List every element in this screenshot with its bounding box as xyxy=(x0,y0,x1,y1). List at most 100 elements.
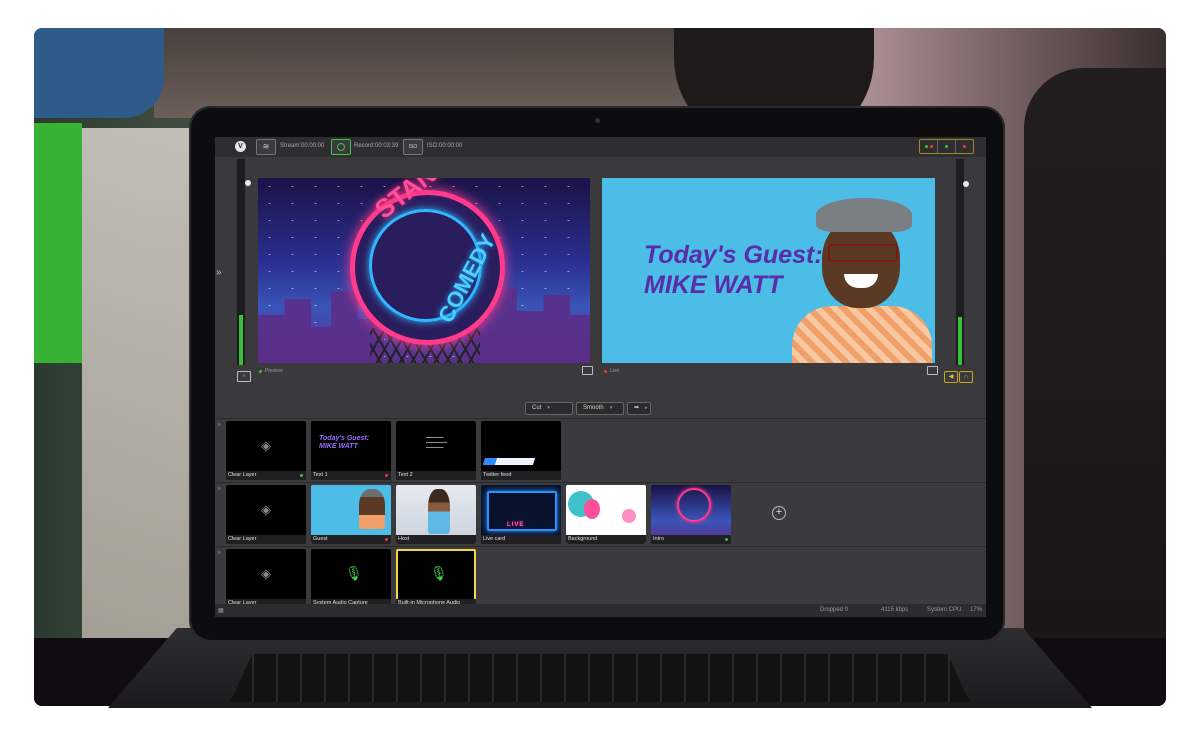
row-drag-handle-icon[interactable]: ≡ xyxy=(217,422,221,429)
layer-tile-host[interactable]: Host xyxy=(396,485,476,544)
tile-label: Text 1 xyxy=(311,471,391,480)
record-button[interactable] xyxy=(331,139,351,155)
speaker-icon[interactable]: ◀ xyxy=(944,371,958,383)
tile-status-dot xyxy=(385,474,388,477)
layers-icon: ◈ xyxy=(261,566,271,581)
transition-smooth-dropdown[interactable]: Smooth ▾ xyxy=(576,402,624,415)
layer-tile-clear-layer[interactable]: ◈ Clear Layer xyxy=(226,549,306,608)
crew-silhouette-right xyxy=(1024,68,1166,648)
stream-time: 00:00:00 xyxy=(301,143,325,149)
headphones-monitor-icon[interactable]: ∩ xyxy=(237,371,251,382)
chevron-down-icon: ▾ xyxy=(609,405,613,411)
settings-grid-icon[interactable]: ▦ xyxy=(218,607,224,614)
add-layer-button[interactable]: + xyxy=(772,506,786,520)
layer-tile-twitter-feed[interactable]: Twitter feed xyxy=(481,421,561,480)
layers-icon: ◈ xyxy=(261,502,271,517)
tile-status-dot xyxy=(725,538,728,541)
status-bar: ▦ Dropped 0 4115 kbps System CPU: 17% xyxy=(215,604,986,617)
layer-tile-builtin-microphone[interactable]: 🎙 Built-in Microphone Audio xyxy=(396,549,476,608)
background-thumb-shape xyxy=(584,499,600,519)
app-logo-icon[interactable]: V xyxy=(235,141,246,152)
layer-tile-system-audio[interactable]: 🎙 System Audio Capture xyxy=(311,549,391,608)
app-window: V ≋ Stream: 00:00:00 Record: 00:03:39 IS… xyxy=(215,137,986,617)
tile-status-dot xyxy=(385,538,388,541)
left-audio-meter xyxy=(237,159,245,365)
record-icon xyxy=(337,142,345,151)
text-thumb-line2: MIKE WATT xyxy=(319,443,358,450)
right-audio-meter xyxy=(956,159,964,365)
tile-label: Host xyxy=(396,535,476,544)
stream-label: Stream: xyxy=(280,143,302,149)
tile-label: Text 2 xyxy=(396,471,476,480)
text-thumb-line1: Today's Guest: xyxy=(319,435,370,442)
cpu-label: System CPU: xyxy=(927,607,964,613)
dropped-frames: Dropped 0 xyxy=(820,607,849,613)
guest-shirt xyxy=(792,306,932,363)
layer-tile-intro[interactable]: Intro xyxy=(651,485,731,544)
layer-tile-background[interactable]: Background xyxy=(566,485,646,544)
tile-label: Background xyxy=(566,535,646,544)
row-drag-handle-icon[interactable]: ≡ xyxy=(217,550,221,557)
preview-caption: Preview xyxy=(259,368,283,374)
live-display-icon[interactable] xyxy=(927,366,938,375)
iso-button[interactable]: ISO xyxy=(403,139,423,155)
neon-sign: STAND-UP COMEDY xyxy=(350,178,505,345)
layer-tile-clear-layer[interactable]: ◈ Clear Layer xyxy=(226,485,306,544)
chevron-right-icon: ▸ xyxy=(645,405,648,411)
bitrate: 4115 kbps xyxy=(881,607,909,613)
live-monitor: Today's Guest: MIKE WATT xyxy=(602,178,935,363)
preview-monitor: STAND-UP COMEDY xyxy=(258,178,590,363)
tile-label: Twitter feed xyxy=(481,471,561,480)
transition-cut-label: Cut xyxy=(532,405,542,411)
layout-toggle-preview[interactable] xyxy=(938,140,956,153)
expand-sidebar-icon[interactable]: » xyxy=(216,267,222,278)
live-card-word: LIVE xyxy=(507,522,525,528)
text-thumb: Today's Guest: MIKE WATT xyxy=(319,435,369,451)
chevron-down-icon: ▾ xyxy=(547,405,550,411)
twitter-banner-thumb xyxy=(482,458,536,465)
tile-label: Clear Layer xyxy=(226,471,306,480)
iso-time: 00:00:00 xyxy=(439,143,463,149)
green-screen xyxy=(34,123,82,363)
laptop-keyboard xyxy=(230,654,970,702)
row-drag-handle-icon[interactable]: ≡ xyxy=(217,486,221,493)
guest-photo xyxy=(792,196,932,363)
take-transition-button[interactable]: ➡ ▸ xyxy=(627,402,651,415)
preview-display-icon[interactable] xyxy=(582,366,593,375)
layout-toggle-both[interactable] xyxy=(920,140,938,153)
laptop-camera xyxy=(595,118,600,123)
right-volume-knob[interactable] xyxy=(963,181,969,187)
layer-tile-clear-layer[interactable]: ◈ Clear Layer xyxy=(226,421,306,480)
record-label: Record: xyxy=(354,143,376,149)
tile-label: Clear Layer xyxy=(226,535,306,544)
right-meter-fill xyxy=(958,317,962,365)
layers-icon: ◈ xyxy=(261,438,271,453)
iso-label: ISO: xyxy=(427,143,440,149)
live-caption: Live xyxy=(604,368,619,374)
host-thumb-person xyxy=(428,489,450,534)
background-thumb-shape xyxy=(622,509,636,523)
layer-tile-live-card[interactable]: LIVE Live card xyxy=(481,485,561,544)
guest-glasses xyxy=(828,244,898,262)
left-volume-knob[interactable] xyxy=(245,180,251,186)
preview-status-dot xyxy=(259,369,262,373)
transition-cut-dropdown[interactable]: Cut ▾ xyxy=(525,402,573,415)
left-meter-fill xyxy=(239,315,243,365)
stream-button[interactable]: ≋ xyxy=(256,139,276,155)
top-toolbar: V ≋ Stream: 00:00:00 Record: 00:03:39 IS… xyxy=(215,137,986,157)
layer-row-2: ≡ ◈ Clear Layer Guest Host LIVE Live car… xyxy=(215,482,986,546)
guest-hat xyxy=(816,198,912,232)
live-caption-text: Live xyxy=(610,368,620,374)
preview-caption-text: Preview xyxy=(265,368,283,374)
layout-toggle-live[interactable] xyxy=(956,140,973,153)
arrow-right-icon: ➡ xyxy=(634,405,640,411)
studio-blue-bag xyxy=(34,28,164,118)
layer-tile-guest[interactable]: Guest xyxy=(311,485,391,544)
layout-toggle-group xyxy=(919,139,974,154)
layer-tile-text-2[interactable]: ▬▬▬▬▬ ▬▬▬▬▬▬ ▬▬▬▬▬ Text 2 xyxy=(396,421,476,480)
layer-row-1: ≡ ◈ Clear Layer Today's Guest: MIKE WATT … xyxy=(215,418,986,482)
headphones-icon[interactable]: ∩ xyxy=(959,371,973,383)
tile-label: Intro xyxy=(651,535,731,544)
layer-tile-text-1[interactable]: Today's Guest: MIKE WATT Text 1 xyxy=(311,421,391,480)
tile-status-dot xyxy=(300,474,303,477)
